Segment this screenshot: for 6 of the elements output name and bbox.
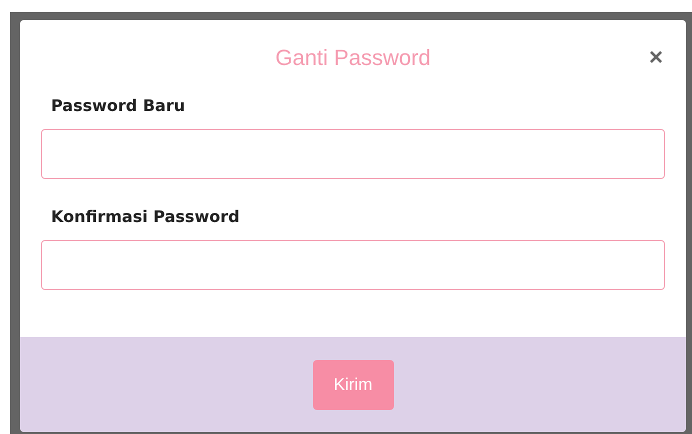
password-field[interactable] (41, 129, 665, 179)
close-button[interactable]: × (646, 47, 665, 69)
dialog-title: Ganti Password (275, 45, 431, 71)
field-label: Konfirmasi Password (51, 207, 241, 226)
password-field[interactable] (41, 240, 665, 290)
field-label: Password Baru (51, 96, 186, 115)
